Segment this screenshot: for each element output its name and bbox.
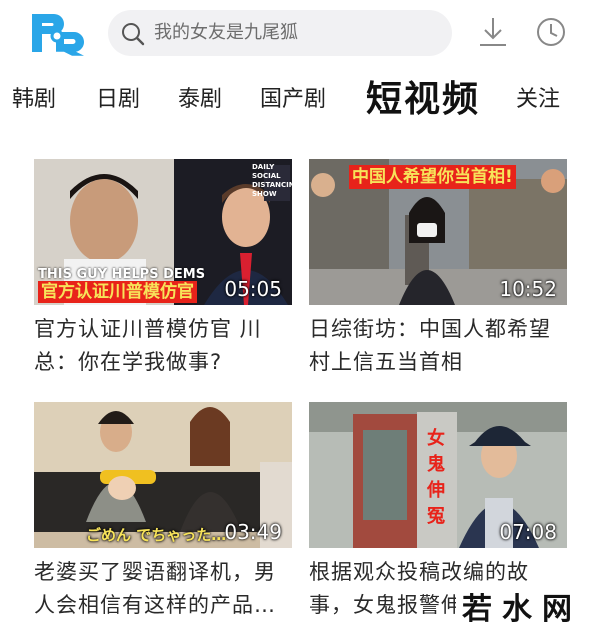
search-icon bbox=[122, 23, 145, 46]
video-duration: 05:05 bbox=[224, 277, 282, 301]
video-card[interactable]: ごめん でちゃった… 03:49 老婆买了婴语翻译机，男人会相信有这样的产品… bbox=[34, 402, 292, 622]
thumb-show-logo: DAILY SOCIAL DISTANCING SHOW bbox=[252, 163, 292, 198]
download-icon[interactable] bbox=[476, 15, 510, 49]
thumb-caption: 中国人希望你当首相! bbox=[349, 165, 516, 189]
video-duration: 10:52 bbox=[499, 277, 557, 301]
video-thumbnail: ごめん でちゃった… 03:49 bbox=[34, 402, 292, 548]
app-header: 我的女友是九尾狐 bbox=[0, 0, 600, 70]
thumb-english-caption: THIS GUY HELPS DEMS bbox=[38, 267, 206, 282]
video-thumbnail: THIS GUY HELPS DEMS DAILY SOCIAL DISTANC… bbox=[34, 159, 292, 305]
tab-following[interactable]: 关注 bbox=[516, 72, 560, 128]
tab-korean-drama[interactable]: 韩剧 bbox=[12, 72, 56, 128]
search-placeholder: 我的女友是九尾狐 bbox=[154, 22, 298, 43]
site-watermark: 若水网 bbox=[456, 588, 588, 632]
tab-chinese-drama[interactable]: 国产剧 bbox=[260, 72, 326, 128]
app-logo[interactable] bbox=[30, 10, 86, 56]
thumb-caption: ごめん でちゃった… bbox=[86, 526, 227, 544]
search-bar[interactable]: 我的女友是九尾狐 bbox=[108, 10, 452, 56]
video-title: 日综街坊：中国人都希望村上信五当首相 bbox=[309, 317, 551, 374]
thumb-caption: 官方认证川普模仿官 bbox=[38, 281, 197, 303]
video-thumbnail: 女鬼伸冤 07:08 bbox=[309, 402, 567, 548]
tab-thai-drama[interactable]: 泰剧 bbox=[178, 72, 222, 128]
video-duration: 07:08 bbox=[499, 520, 557, 544]
video-duration: 03:49 bbox=[224, 520, 282, 544]
thumb-caption: 女鬼伸冤 bbox=[427, 428, 445, 527]
video-title: 官方认证川普模仿官 川总：你在学我做事? bbox=[34, 317, 262, 374]
video-thumbnail: 中国人希望你当首相! 10:52 bbox=[309, 159, 567, 305]
video-title: 老婆买了婴语翻译机，男人会相信有这样的产品… bbox=[34, 560, 276, 617]
history-clock-icon[interactable] bbox=[534, 15, 568, 49]
video-card[interactable]: THIS GUY HELPS DEMS DAILY SOCIAL DISTANC… bbox=[34, 159, 292, 379]
video-card[interactable]: 中国人希望你当首相! 10:52 日综街坊：中国人都希望村上信五当首相 bbox=[309, 159, 567, 379]
tab-japanese-drama[interactable]: 日剧 bbox=[96, 72, 140, 128]
category-tabs: 韩剧 日剧 泰剧 国产剧 短视频 关注 bbox=[0, 72, 600, 128]
tab-short-video[interactable]: 短视频 bbox=[366, 72, 480, 128]
